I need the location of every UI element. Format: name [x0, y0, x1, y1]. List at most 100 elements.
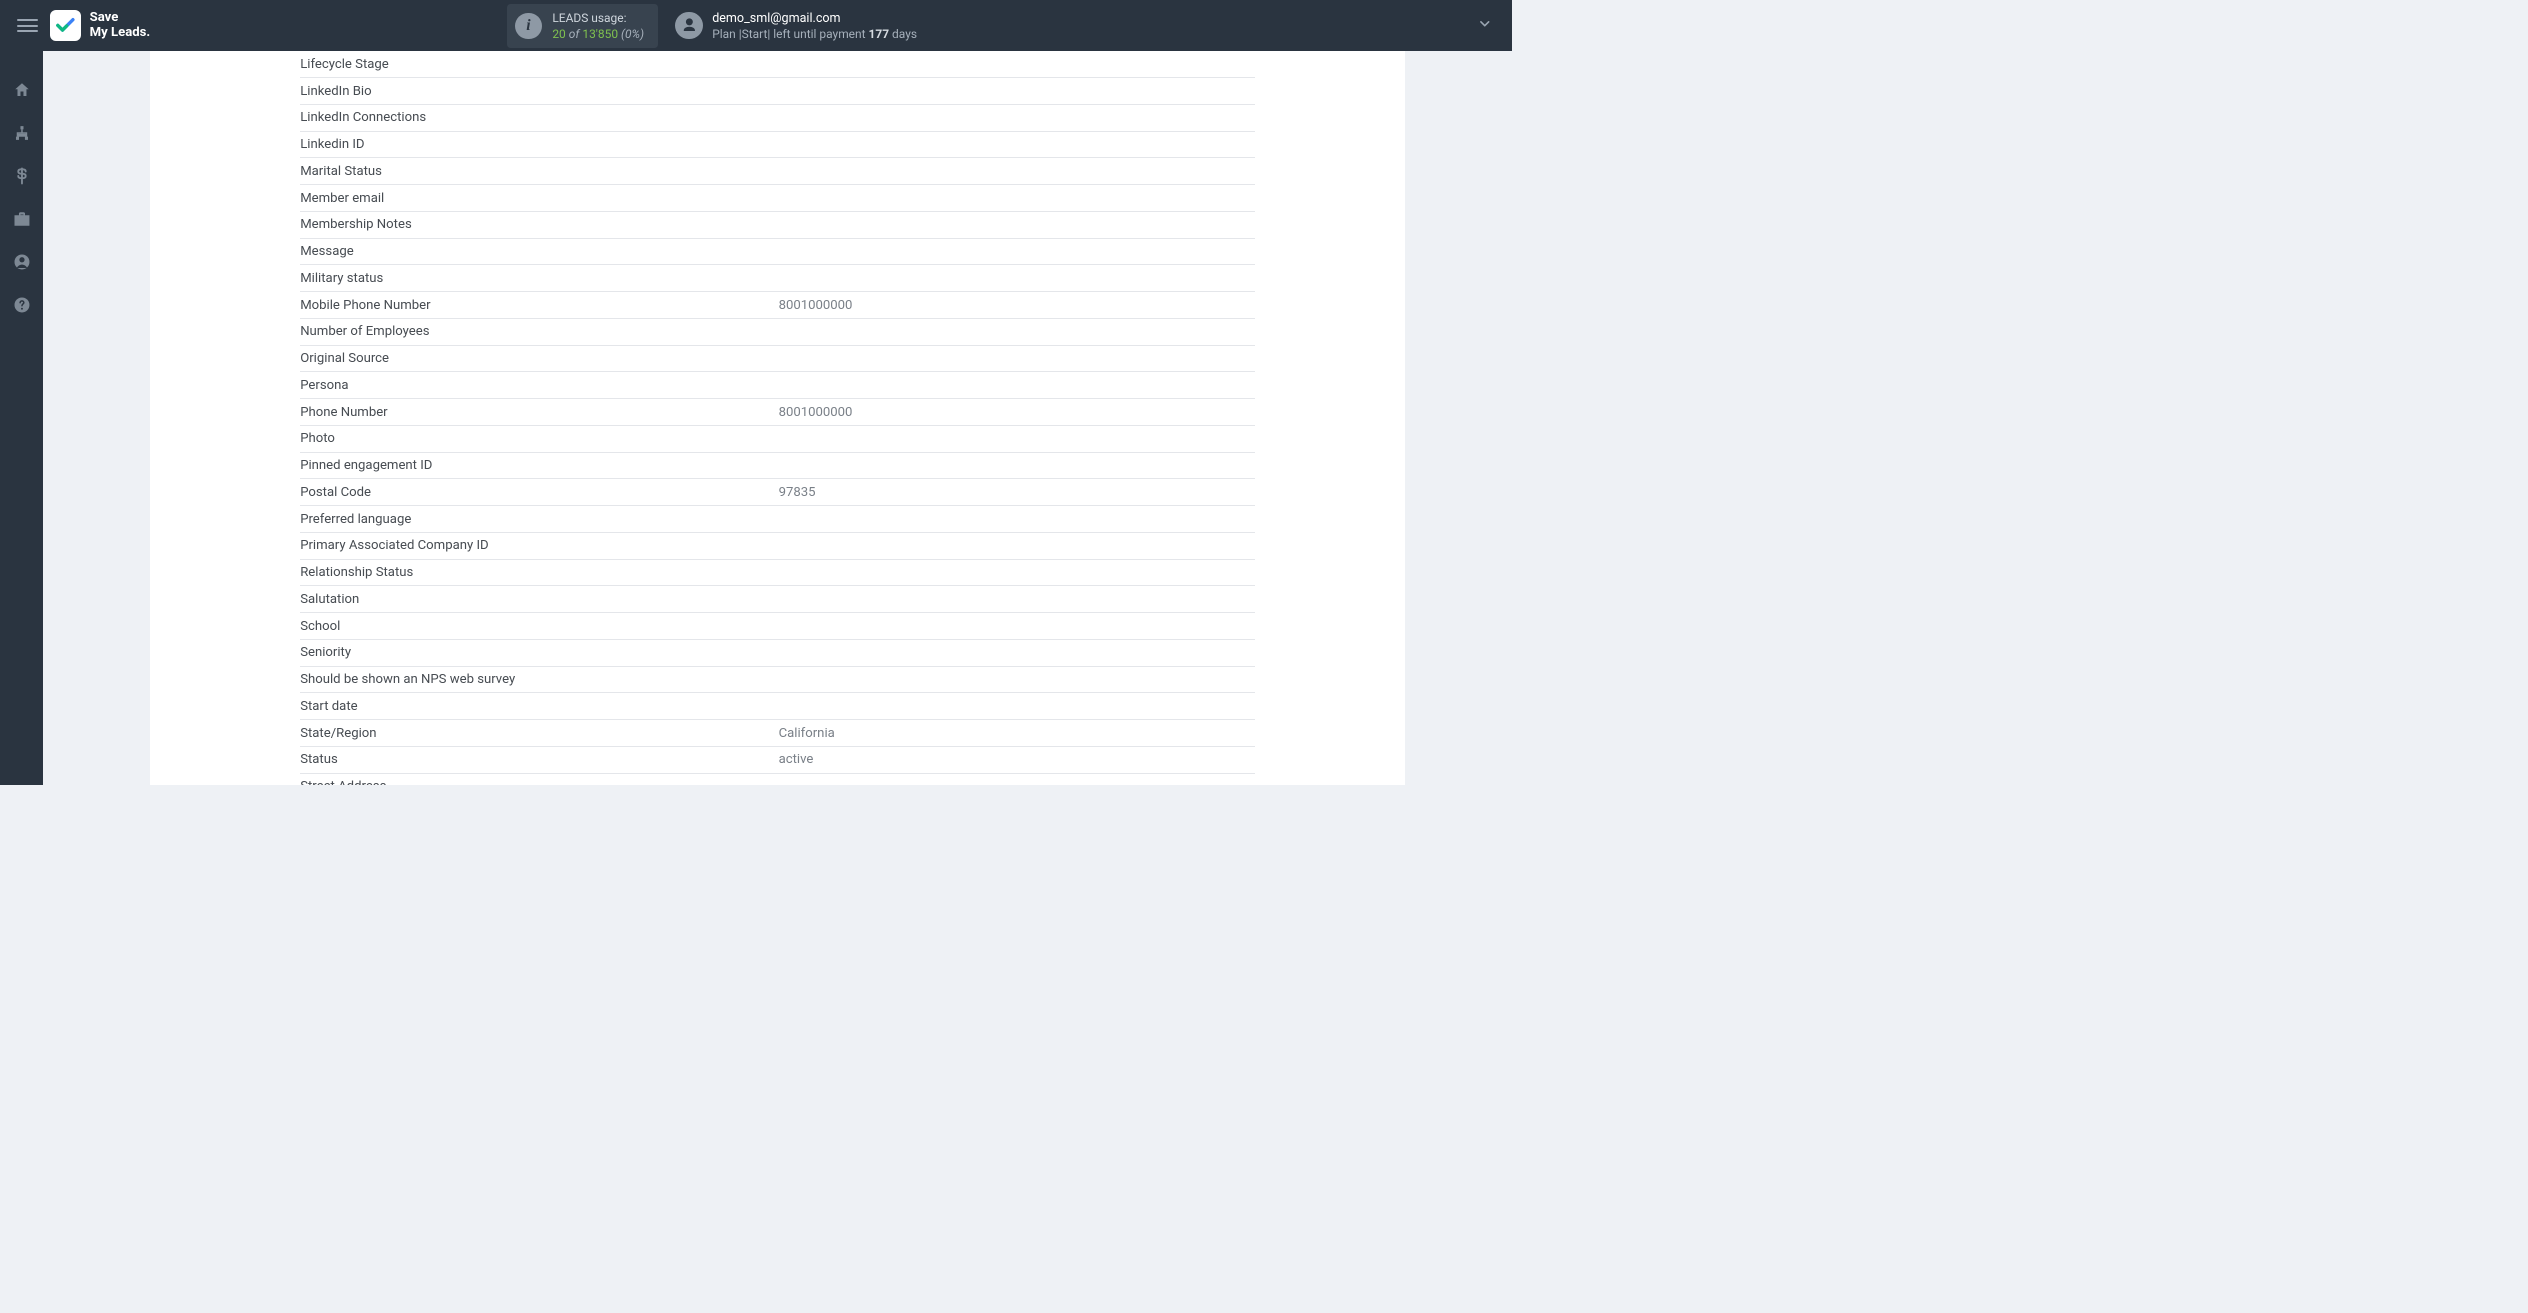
header-dropdown-toggle[interactable]	[1274, 16, 1495, 36]
field-value	[779, 701, 1255, 712]
brand-line2: My Leads.	[90, 25, 151, 40]
data-panel: Lifecycle StageLinkedIn BioLinkedIn Conn…	[150, 51, 1405, 785]
field-label: Mobile Phone Number	[300, 292, 778, 318]
field-label: Phone Number	[300, 399, 778, 425]
field-value: 97835	[779, 479, 1255, 505]
brand-line1: Save	[90, 10, 119, 25]
field-value	[779, 514, 1255, 525]
field-label: Primary Associated Company ID	[300, 533, 778, 559]
table-row: Pinned engagement ID	[300, 453, 1254, 480]
field-label: Number of Employees	[300, 319, 778, 345]
field-value	[779, 460, 1255, 471]
field-value: 8001000000	[779, 292, 1255, 318]
sidebar-item-integrations[interactable]	[11, 122, 33, 144]
table-row: Relationship Status	[300, 560, 1254, 587]
sidebar-item-help[interactable]	[11, 294, 33, 316]
usage-label: LEADS usage:	[552, 11, 626, 25]
sidebar-item-profile[interactable]	[11, 251, 33, 273]
table-row: Phone Number8001000000	[300, 399, 1254, 426]
field-label: LinkedIn Connections	[300, 105, 778, 131]
field-label: Postal Code	[300, 479, 778, 505]
brand-name: Save My Leads.	[90, 11, 151, 40]
field-value: active	[779, 747, 1255, 773]
field-value	[779, 647, 1255, 658]
field-value	[779, 112, 1255, 123]
brand-logo[interactable]	[50, 10, 81, 41]
table-row: Number of Employees	[300, 319, 1254, 346]
sidebar-item-home[interactable]	[11, 79, 33, 101]
table-row: Membership Notes	[300, 212, 1254, 239]
field-label: Lifecycle Stage	[300, 51, 778, 77]
table-row: Member email	[300, 185, 1254, 212]
account-plan-suffix: days	[889, 27, 917, 41]
field-label: Photo	[300, 426, 778, 452]
briefcase-icon	[13, 210, 31, 228]
info-icon: i	[515, 13, 541, 39]
account-menu[interactable]: demo_sml@gmail.com Plan |Start| left unt…	[675, 11, 917, 41]
table-row: LinkedIn Connections	[300, 105, 1254, 132]
field-value	[779, 193, 1255, 204]
content-area: Lifecycle StageLinkedIn BioLinkedIn Conn…	[43, 51, 1512, 785]
account-plan: Plan |Start| left until payment 177 days	[712, 27, 917, 41]
field-value	[779, 380, 1255, 391]
sidebar-item-briefcase[interactable]	[11, 208, 33, 230]
layout: Lifecycle StageLinkedIn BioLinkedIn Conn…	[0, 51, 1512, 785]
user-circle-icon	[13, 253, 31, 271]
table-row: Photo	[300, 426, 1254, 453]
field-label: Relationship Status	[300, 560, 778, 586]
field-value	[779, 326, 1255, 337]
account-text-wrap: demo_sml@gmail.com Plan |Start| left unt…	[712, 11, 917, 41]
leads-usage-widget[interactable]: i LEADS usage: 20 of 13'850 (0%)	[507, 4, 658, 48]
field-value	[779, 621, 1255, 632]
sidebar	[0, 51, 43, 785]
checkmark-icon	[54, 14, 77, 37]
usage-text: LEADS usage: 20 of 13'850 (0%)	[552, 10, 644, 42]
table-row: Message	[300, 239, 1254, 266]
table-row: Linkedin ID	[300, 132, 1254, 159]
field-label: LinkedIn Bio	[300, 78, 778, 104]
usage-used: 20	[552, 27, 565, 41]
field-value	[779, 59, 1255, 70]
table-row: Start date	[300, 693, 1254, 720]
table-row: Marital Status	[300, 158, 1254, 185]
field-label: Membership Notes	[300, 212, 778, 238]
account-email: demo_sml@gmail.com	[712, 11, 917, 27]
usage-pct: (0%)	[621, 27, 644, 41]
field-value	[779, 246, 1255, 257]
usage-of: of	[569, 27, 580, 41]
chevron-down-icon	[1477, 16, 1493, 32]
table-row: Military status	[300, 265, 1254, 292]
table-row: Mobile Phone Number8001000000	[300, 292, 1254, 319]
field-value	[779, 594, 1255, 605]
field-table: Lifecycle StageLinkedIn BioLinkedIn Conn…	[300, 51, 1254, 785]
field-label: Linkedin ID	[300, 132, 778, 158]
field-label: Original Source	[300, 346, 778, 372]
field-label: Preferred language	[300, 506, 778, 532]
field-value: 8001000000	[779, 399, 1255, 425]
field-value	[779, 353, 1255, 364]
field-label: Should be shown an NPS web survey	[300, 667, 778, 693]
field-value	[779, 139, 1255, 150]
table-row: Seniority	[300, 640, 1254, 667]
field-label: Marital Status	[300, 158, 778, 184]
field-value	[779, 540, 1255, 551]
field-label: Status	[300, 747, 778, 773]
table-row: Original Source	[300, 346, 1254, 373]
field-value	[779, 433, 1255, 444]
hamburger-menu-button[interactable]	[17, 15, 39, 37]
field-value	[779, 219, 1255, 230]
table-row: Preferred language	[300, 506, 1254, 533]
field-label: Start date	[300, 693, 778, 719]
table-row: Persona	[300, 372, 1254, 399]
table-row: Primary Associated Company ID	[300, 533, 1254, 560]
field-label: State/Region	[300, 720, 778, 746]
sidebar-item-billing[interactable]	[11, 165, 33, 187]
table-row: State/RegionCalifornia	[300, 720, 1254, 747]
field-label: Seniority	[300, 640, 778, 666]
usage-total: 13'850	[582, 27, 618, 41]
question-circle-icon	[13, 296, 31, 314]
field-label: Message	[300, 239, 778, 265]
header: Save My Leads. i LEADS usage: 20 of 13'8…	[0, 0, 1512, 51]
field-label: Street Address	[300, 774, 778, 785]
field-value: California	[779, 720, 1255, 746]
